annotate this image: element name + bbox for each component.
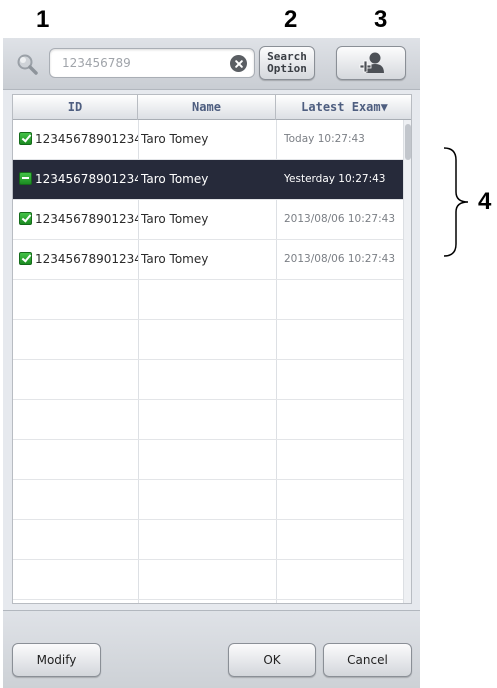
column-header-name[interactable]: Name <box>138 95 276 120</box>
search-option-button[interactable]: Search Option <box>259 46 315 80</box>
add-patient-button[interactable] <box>336 46 406 80</box>
search-bar: Search Option <box>3 38 420 90</box>
add-person-icon <box>359 52 384 73</box>
callout-1: 1 <box>36 6 50 33</box>
patient-id: 12345678901234 <box>35 132 138 146</box>
latest-exam: 2013/08/06 10:27:43 <box>284 213 396 225</box>
callout-4: 4 <box>478 188 492 215</box>
column-header-id[interactable]: ID <box>13 95 138 120</box>
table-header: ID Name Latest Exam▼ <box>13 95 411 120</box>
cancel-button[interactable]: Cancel <box>323 643 412 677</box>
checkbox-checked-icon[interactable] <box>19 211 32 225</box>
empty-table-row[interactable] <box>13 360 405 400</box>
cell-id: 12345678901234 <box>13 200 138 240</box>
table-row[interactable]: 12345678901234 Taro Tomey 2013/08/06 10:27… <box>13 200 405 240</box>
checkbox-partial-icon[interactable] <box>19 171 32 185</box>
empty-table-row[interactable] <box>13 560 405 600</box>
clear-x-icon[interactable] <box>230 55 247 72</box>
table-row[interactable]: 12345678901234 Taro Tomey 2013/08/06 10:27… <box>13 240 405 280</box>
empty-table-row[interactable] <box>13 440 405 480</box>
column-header-latest-exam[interactable]: Latest Exam▼ <box>276 95 411 120</box>
patient-name: Taro Tomey <box>141 212 209 226</box>
empty-table-row[interactable] <box>13 320 405 360</box>
callout-brace <box>443 147 469 257</box>
callout-2: 2 <box>284 6 298 33</box>
table-body: 12345678901234 Taro Tomey Today 10:27:43 12… <box>13 120 405 603</box>
patient-list-screen: Search Option ID Name Latest Exam▼ 12345… <box>3 38 420 688</box>
empty-table-row[interactable] <box>13 400 405 440</box>
patient-id: 12345678901234 <box>35 252 138 266</box>
patient-name: Taro Tomey <box>141 132 209 146</box>
table-row[interactable]: 12345678901234 Taro Tomey Today 10:27:43 <box>13 120 405 160</box>
checkbox-checked-icon[interactable] <box>19 251 32 265</box>
patient-id: 12345678901234 <box>35 172 138 186</box>
callout-3: 3 <box>374 6 388 33</box>
cell-id: 12345678901234 <box>13 160 138 200</box>
ok-button[interactable]: OK <box>228 643 316 677</box>
patient-name: Taro Tomey <box>141 252 209 266</box>
modify-button[interactable]: Modify <box>12 643 101 677</box>
empty-table-row[interactable] <box>13 280 405 320</box>
search-option-label-line2: Option <box>267 62 307 75</box>
patient-table: ID Name Latest Exam▼ 12345678901234 Taro … <box>12 94 412 604</box>
empty-table-row[interactable] <box>13 520 405 560</box>
cell-id: 12345678901234 <box>13 120 138 160</box>
latest-exam: Today 10:27:43 <box>284 133 365 145</box>
cell-id: 12345678901234 <box>13 240 138 280</box>
latest-exam: 2013/08/06 10:27:43 <box>284 253 396 265</box>
latest-exam: Yesterday 10:27:43 <box>284 173 386 185</box>
table-row[interactable]: 12345678901234 Taro Tomey Yesterday 10:27:… <box>13 160 405 200</box>
search-input[interactable] <box>62 49 222 77</box>
scrollbar[interactable] <box>403 120 411 603</box>
search-field[interactable] <box>49 48 255 78</box>
magnifier-icon <box>17 54 38 75</box>
patient-id: 12345678901234 <box>35 212 138 226</box>
checkbox-checked-icon[interactable] <box>19 131 32 145</box>
footer-bar: Modify OK Cancel <box>3 610 420 688</box>
patient-name: Taro Tomey <box>141 172 209 186</box>
empty-table-row[interactable] <box>13 480 405 520</box>
scrollbar-thumb[interactable] <box>405 124 411 160</box>
